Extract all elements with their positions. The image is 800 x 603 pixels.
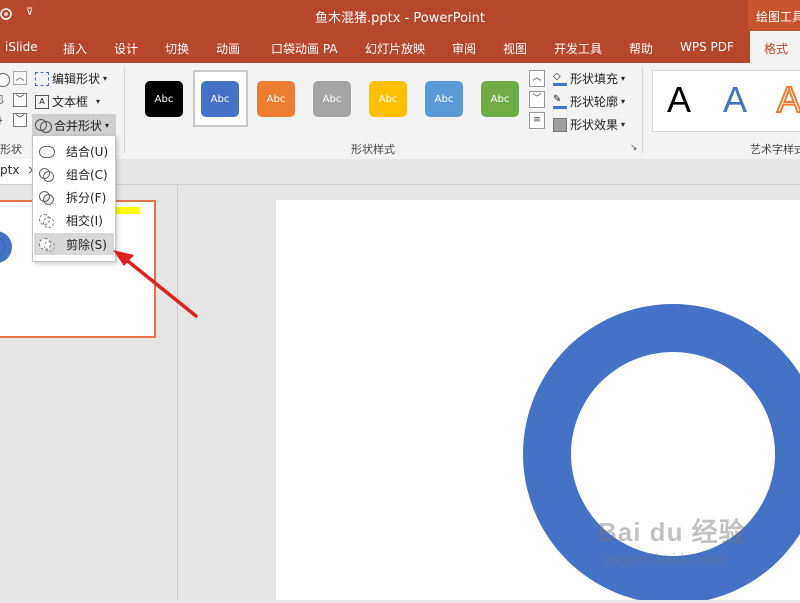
tab-animations[interactable]: 动画	[216, 40, 240, 57]
menu-item-fragment[interactable]: 拆分(F)	[34, 186, 114, 208]
tab-islide[interactable]: iSlide	[5, 40, 38, 54]
tab-slideshow[interactable]: 幻灯片放映	[365, 40, 425, 57]
group-divider	[124, 67, 125, 153]
arrow-shape-icon[interactable]: ⇩	[0, 93, 10, 107]
group-divider	[642, 67, 643, 153]
menu-item-subtract[interactable]: 剪除(S)	[34, 233, 114, 255]
wordart-group-label: 艺术字样式	[750, 143, 800, 156]
style-swatch-lightblue[interactable]: Abc	[425, 81, 463, 117]
tab-developer[interactable]: 开发工具	[554, 40, 602, 57]
merge-shapes-button[interactable]: 合并形状 ▾	[32, 114, 116, 136]
style-swatch-gray[interactable]: Abc	[313, 81, 351, 117]
text-box-button[interactable]: A 文本框 ▾	[35, 93, 100, 110]
tab-design[interactable]: 设计	[114, 40, 138, 57]
menu-item-label: 组合(C)	[66, 167, 108, 182]
tab-format[interactable]: 格式	[750, 31, 800, 63]
watermark-brand: Bai du 经验	[598, 517, 746, 547]
shape-effects-button[interactable]: 形状效果 ▾	[553, 116, 625, 133]
shape-fill-label: 形状填充	[570, 72, 619, 86]
pen-icon: ✎	[553, 94, 567, 109]
tab-insert[interactable]: 插入	[63, 40, 87, 57]
union-icon	[39, 144, 55, 158]
title-bar: ⊽ 鱼木混猪.pptx - PowerPoint 绘图工具	[0, 0, 800, 31]
combine-icon	[39, 167, 54, 182]
chevron-down-icon: ▾	[621, 74, 626, 83]
edit-shape-button[interactable]: 编辑形状 ▾	[35, 70, 107, 87]
dialog-launcher-icon[interactable]: ↘	[630, 143, 638, 153]
edit-shape-icon	[35, 71, 49, 86]
intersect-icon	[39, 213, 54, 228]
tab-transitions[interactable]: 切换	[165, 40, 189, 57]
text-box-label: 文本框	[52, 95, 89, 109]
style-swatch-green[interactable]: Abc	[481, 81, 519, 117]
subtract-icon	[39, 237, 55, 252]
gallery-up-icon[interactable]: ︿	[13, 71, 27, 85]
menu-item-label: 剪除(S)	[66, 237, 107, 252]
menu-item-label: 相交(I)	[66, 213, 103, 228]
ribbon-tab-bar: iSlide 插入 设计 切换 动画 口袋动画 PA 幻灯片放映 审阅 视图 开…	[0, 31, 800, 63]
paint-bucket-icon: ◇	[553, 71, 567, 86]
menu-item-combine[interactable]: 组合(C)	[34, 163, 114, 185]
shape-effects-label: 形状效果	[570, 118, 619, 132]
shape-effects-icon	[553, 117, 567, 132]
chevron-down-icon: ▾	[621, 97, 626, 106]
merge-shapes-icon	[35, 118, 52, 133]
merge-shapes-menu: 结合(U) 组合(C) 拆分(F) 相交(I) 剪除(S)	[32, 135, 116, 262]
document-tab-label: ptx	[0, 163, 20, 177]
wordart-style-black[interactable]: A	[667, 79, 691, 121]
chevron-down-icon: ▾	[105, 120, 110, 130]
chevron-down-icon: ▾	[96, 97, 101, 106]
gallery-expand-icon[interactable]: ≡	[529, 112, 545, 129]
drawing-tools-context-label: 绘图工具	[748, 0, 800, 31]
tab-wps-pdf[interactable]: WPS PDF	[680, 40, 734, 54]
wordart-gallery-box: A A A	[652, 70, 800, 132]
brace-shape-icon[interactable]: }	[0, 113, 10, 127]
edit-shape-label: 编辑形状	[52, 72, 101, 86]
gallery-more-icon[interactable]: ﹀	[13, 113, 27, 127]
gallery-scroll-up-icon[interactable]: ︿	[529, 70, 545, 87]
menu-item-label: 拆分(F)	[66, 190, 107, 205]
style-swatch-orange[interactable]: Abc	[257, 81, 295, 117]
gallery-down-icon[interactable]: ﹀	[13, 93, 27, 107]
text-box-icon: A	[35, 94, 49, 109]
ribbon: ︿ ⇩ ﹀ } ﹀ 编辑形状 ▾ A 文本框 ▾ 合并形状 ▾ 形状 Abc A…	[0, 63, 800, 160]
document-tab-strip: ptx ×	[0, 159, 800, 185]
fragment-icon	[39, 190, 54, 205]
baidu-watermark: Bai du 经验 jingyan.baidu.com	[598, 512, 746, 568]
style-swatch-gold[interactable]: Abc	[369, 81, 407, 117]
oval-shape-icon[interactable]	[0, 73, 10, 87]
shape-outline-button[interactable]: ✎ 形状轮廓 ▾	[553, 93, 625, 110]
shape-outline-label: 形状轮廓	[570, 95, 619, 109]
style-swatch-blue[interactable]: Abc	[201, 81, 239, 117]
insert-shapes-group-label: 形状	[0, 143, 22, 156]
gallery-scroll-down-icon[interactable]: ﹀	[529, 91, 545, 108]
wordart-style-blue[interactable]: A	[723, 79, 747, 121]
menu-item-intersect[interactable]: 相交(I)	[34, 209, 114, 231]
watermark-url: jingyan.baidu.com	[604, 551, 725, 568]
shape-styles-group-label: 形状样式	[351, 143, 395, 156]
tab-view[interactable]: 视图	[503, 40, 527, 57]
tab-help[interactable]: 帮助	[629, 40, 653, 57]
tab-pocket-animation[interactable]: 口袋动画 PA	[271, 40, 338, 57]
menu-item-label: 结合(U)	[66, 144, 109, 159]
shape-fill-button[interactable]: ◇ 形状填充 ▾	[553, 70, 625, 87]
chevron-down-icon: ▾	[103, 74, 108, 83]
merge-shapes-label: 合并形状	[54, 118, 103, 133]
window-title: 鱼木混猪.pptx - PowerPoint	[315, 11, 485, 26]
menu-item-union[interactable]: 结合(U)	[34, 140, 114, 162]
wordart-style-orange[interactable]: A	[776, 78, 800, 121]
tab-review[interactable]: 审阅	[452, 40, 476, 57]
style-swatch-black[interactable]: Abc	[145, 81, 183, 117]
chevron-down-icon: ▾	[621, 120, 626, 129]
